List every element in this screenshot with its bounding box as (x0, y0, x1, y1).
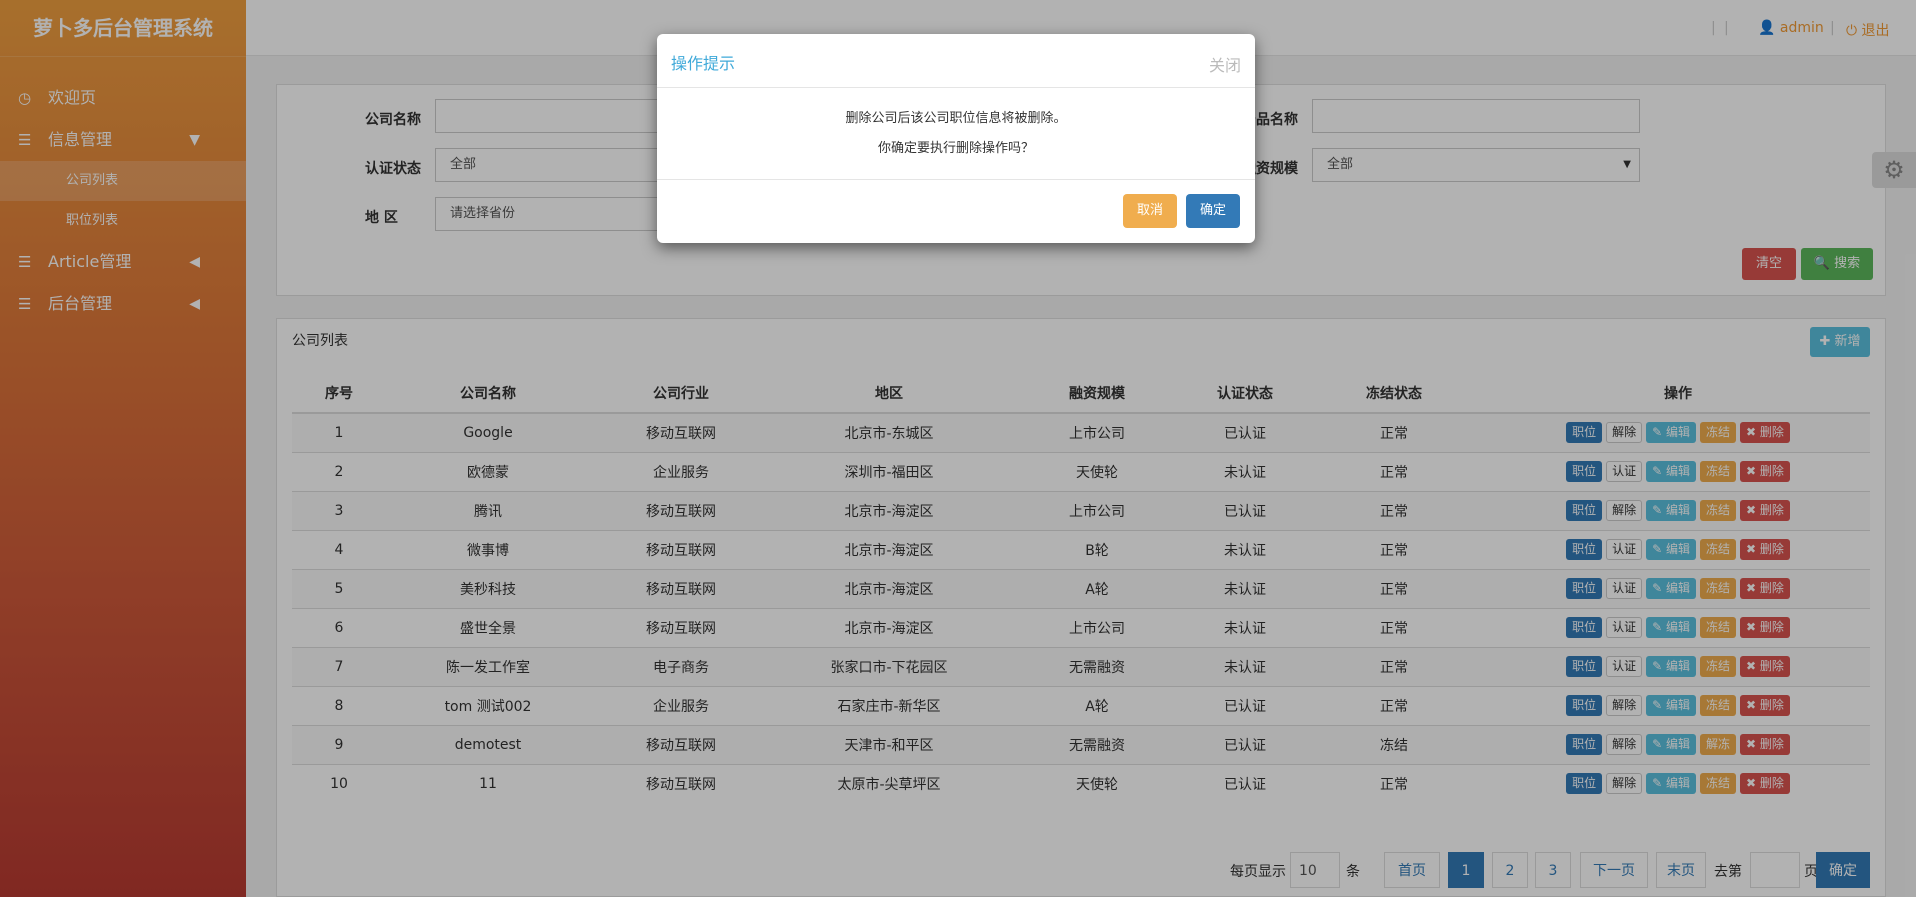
dialog-close-button[interactable]: 关闭 (1209, 52, 1241, 76)
cancel-button[interactable]: 取消 (1123, 194, 1177, 228)
dialog-message-line2: 你确定要执行删除操作吗？ (877, 141, 1034, 156)
dialog-body: 删除公司后该公司职位信息将被删除。 你确定要执行删除操作吗？ (657, 88, 1255, 180)
confirm-dialog: 操作提示 关闭 删除公司后该公司职位信息将被删除。 你确定要执行删除操作吗？ 取… (657, 34, 1255, 243)
app-root: 萝卜多后台管理系统 ◷ 欢迎页 ☰ 信息管理 ▼ 公司列表 职位列表 ☰ Art… (0, 0, 1916, 897)
dialog-message-line1: 删除公司后该公司职位信息将被删除。 (845, 111, 1067, 126)
dialog-header: 操作提示 关闭 (657, 34, 1255, 88)
ok-button[interactable]: 确定 (1186, 194, 1240, 228)
dialog-title: 操作提示 (671, 54, 736, 73)
